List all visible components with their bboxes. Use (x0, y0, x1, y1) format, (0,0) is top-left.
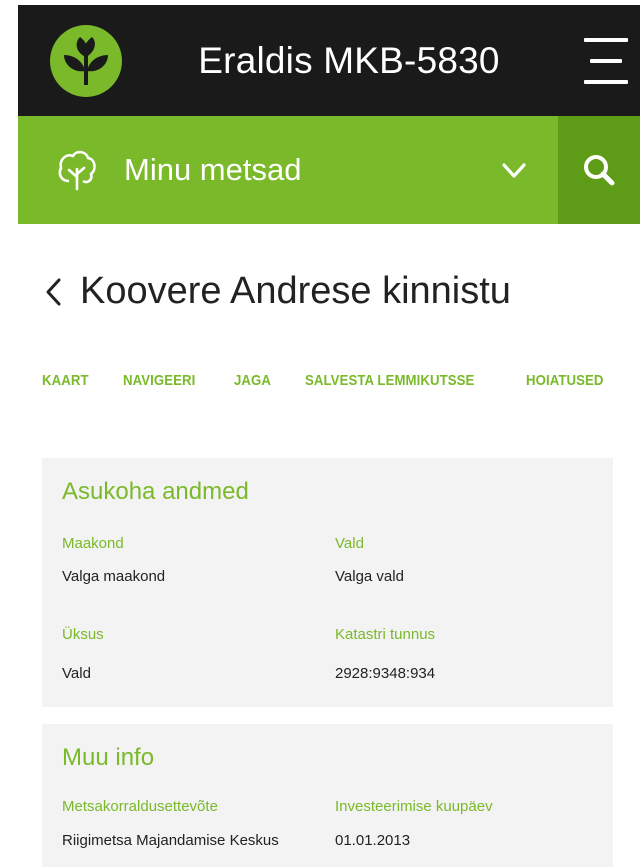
unit-label: Üksus (62, 626, 104, 643)
chevron-down-icon[interactable] (498, 154, 530, 186)
other-info-card: Muu info Metsakorraldusettevõte Riigimet… (42, 724, 613, 867)
navigate-link[interactable]: NAVIGEERI (123, 372, 195, 389)
county-value: Valga maakond (62, 568, 166, 585)
forest-selector-bar[interactable]: Minu metsad (18, 116, 640, 224)
location-card: Asukoha andmed Maakond Valga maakond Val… (42, 458, 613, 707)
search-button[interactable] (558, 116, 640, 224)
parish-value: Valga vald (335, 568, 404, 585)
investment-date-value: 01.01.2013 (335, 832, 411, 849)
leaf-logo-icon[interactable] (50, 25, 122, 97)
location-card-title: Asukoha andmed (62, 478, 249, 505)
tree-icon (58, 150, 96, 191)
save-favorites-link[interactable]: SALVESTA LEMMIKUTSSE (305, 372, 474, 389)
parish-label: Vald (335, 535, 364, 552)
cadastre-label: Katastri tunnus (335, 626, 436, 643)
company-value: Riigimetsa Majandamise Keskus (62, 832, 279, 849)
action-links: KAART NAVIGEERI JAGA SALVESTA LEMMIKUTSS… (42, 372, 614, 389)
county-label: Maakond (62, 535, 124, 552)
back-button[interactable]: Koovere Andrese kinnistu (42, 270, 511, 313)
other-info-card-title: Muu info (62, 744, 155, 771)
property-title: Koovere Andrese kinnistu (80, 270, 511, 312)
share-link[interactable]: JAGA (234, 372, 271, 389)
map-link[interactable]: KAART (42, 372, 89, 389)
forest-selector-label: Minu metsad (124, 152, 302, 187)
top-header: Eraldis MKB-5830 (18, 5, 640, 116)
unit-value: Vald (62, 665, 91, 682)
page-title-header: Eraldis MKB-5830 (198, 39, 500, 81)
hamburger-menu-icon[interactable] (584, 38, 628, 84)
warnings-link[interactable]: HOIATUSED (526, 372, 604, 389)
cadastre-value: 2928:9348:934 (335, 665, 436, 682)
investment-date-label: Investeerimise kuupäev (335, 798, 493, 815)
company-label: Metsakorraldusettevõte (62, 798, 218, 815)
chevron-left-icon (46, 278, 61, 305)
search-icon (584, 155, 615, 186)
